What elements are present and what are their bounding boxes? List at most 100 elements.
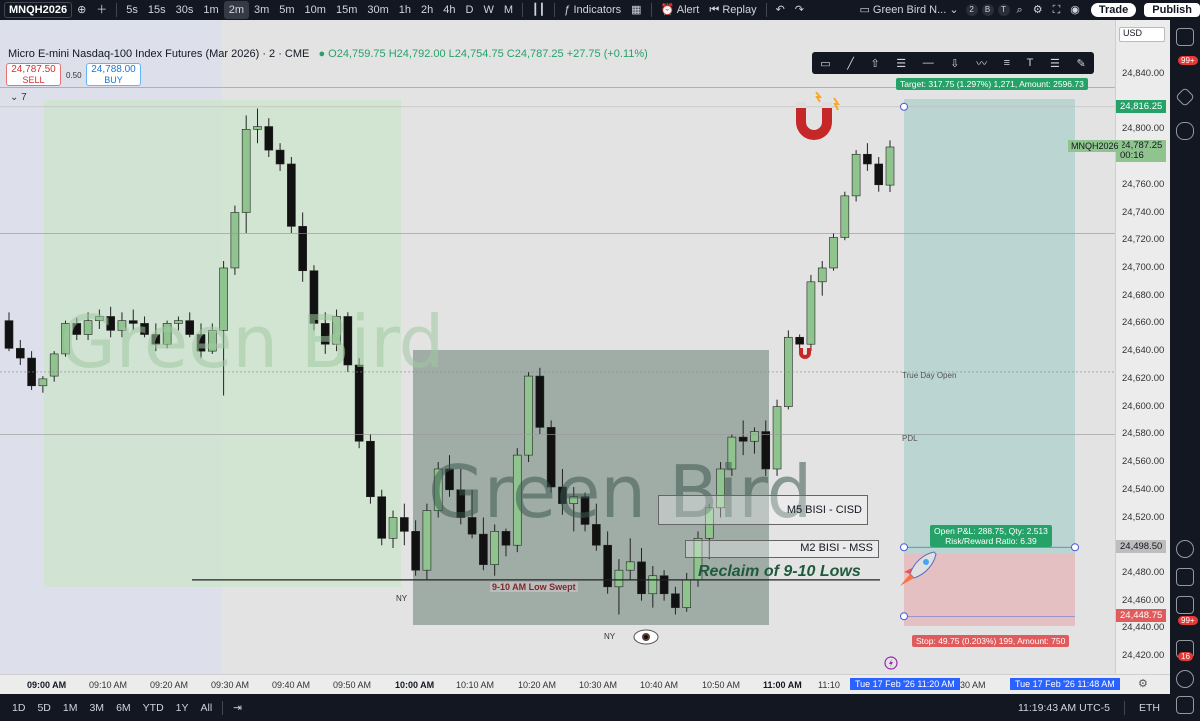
draw-fib-icon[interactable]: ≡ (1004, 57, 1010, 69)
draw-hline-icon[interactable]: — (923, 57, 934, 69)
redo-icon[interactable]: ↷ (790, 1, 809, 19)
indicator-collapse[interactable]: ⌄ 7 (10, 92, 27, 103)
replay-button[interactable]: ⏮ Replay (704, 1, 761, 19)
interval-3m[interactable]: 3m (249, 1, 274, 19)
time-tick-label: 09:20 AM (150, 680, 189, 690)
interval-2h[interactable]: 2h (416, 1, 438, 19)
candle-down (4, 320, 14, 349)
price-tick-label: 24,600.00 (1122, 400, 1165, 412)
interval-30s[interactable]: 30s (171, 1, 199, 19)
event-flash-icon[interactable] (884, 656, 898, 670)
interval-30m[interactable]: 30m (362, 1, 393, 19)
layout-menu[interactable]: ▭ Green Bird N... ⌄ (854, 1, 963, 19)
chat-icon[interactable] (1176, 122, 1194, 140)
fullscreen-icon[interactable]: ⛶ (1048, 1, 1066, 19)
m2-bisi-box[interactable]: M2 BISI - MSS (685, 540, 879, 558)
draw-line-icon[interactable]: ╱ (847, 57, 854, 70)
reclaim-label: Reclaim of 9-10 Lows (698, 563, 861, 580)
publish-button[interactable]: Publish (1144, 3, 1200, 17)
interval-15s[interactable]: 15s (143, 1, 171, 19)
long-target-zone[interactable] (904, 99, 1075, 554)
axis-settings-icon[interactable]: ⚙ (1138, 677, 1148, 690)
interval-m[interactable]: M (499, 1, 518, 19)
draw-arrow-down-icon[interactable]: ⇩ (950, 57, 959, 70)
interval-1h[interactable]: 1h (394, 1, 416, 19)
draw-rectangle-icon[interactable]: ▭ (820, 57, 830, 70)
target-icon[interactable] (1176, 540, 1194, 558)
help-icon[interactable] (1176, 670, 1194, 688)
chart-type-icon[interactable]: ┃┃ (527, 1, 550, 19)
interval-4h[interactable]: 4h (438, 1, 460, 19)
range-6m[interactable]: 6M (110, 702, 137, 714)
draw-arrow-up-icon[interactable]: ⇧ (870, 57, 879, 70)
trade-button[interactable]: Trade (1090, 3, 1137, 17)
range-5d[interactable]: 5D (31, 702, 56, 714)
settings-icon[interactable]: ⚙ (1028, 1, 1048, 19)
range-3m[interactable]: 3M (83, 702, 110, 714)
range-1m[interactable]: 1M (57, 702, 84, 714)
sell-price: 24,787.50 (11, 64, 56, 75)
interval-1m[interactable]: 1m (198, 1, 223, 19)
indicators-button[interactable]: ƒ Indicators (559, 1, 626, 19)
alert-label: Alert (676, 4, 700, 16)
watchlist-icon[interactable] (1176, 28, 1194, 46)
draw-path-icon[interactable]: 〰 (976, 55, 987, 71)
clock[interactable]: 11:19:43 AM UTC-5 (1018, 702, 1110, 714)
range-ytd[interactable]: YTD (137, 702, 170, 714)
more-icon[interactable] (1176, 696, 1194, 714)
draw-multi-icon[interactable]: ☰ (896, 57, 906, 70)
magnet-small-icon (799, 348, 811, 359)
right-sidebar: 99+ 99+ 16 (1170, 20, 1200, 721)
date-range-icon[interactable]: ⇥ (227, 702, 248, 714)
session-toggle[interactable]: ETH (1139, 702, 1160, 714)
interval-15m[interactable]: 15m (331, 1, 362, 19)
price-axis[interactable]: USD 24,840.00 24,800.00 24,760.00 24,740.00… (1115, 20, 1170, 694)
range-all[interactable]: All (195, 702, 219, 714)
indicators-label: Indicators (573, 4, 622, 16)
buy-button[interactable]: 24,788.00 BUY (86, 63, 141, 86)
candle-up (885, 146, 895, 186)
draw-text-icon[interactable]: T (1027, 57, 1034, 69)
layout-badge-3[interactable]: T (997, 4, 1010, 16)
quick-search-icon[interactable]: ⌕ (1012, 1, 1028, 19)
alert-button[interactable]: ⏰ Alert (656, 1, 705, 19)
interval-10m[interactable]: 10m (300, 1, 331, 19)
currency-select[interactable]: USD (1119, 27, 1165, 42)
price-tick-label: 24,620.00 (1122, 372, 1165, 384)
candle-down (738, 436, 748, 442)
bottom-toolbar: 1D 5D 1M 3M 6M YTD 1Y All ⇥ 11:19:43 AM UTC-5 E… (0, 694, 1170, 721)
sell-button[interactable]: 24,787.50 SELL (6, 63, 61, 86)
position-handle[interactable] (900, 102, 908, 111)
interval-5s[interactable]: 5s (121, 1, 143, 19)
chart-pane[interactable]: Green Bird Green Bird Micro E-mini Nasda… (0, 20, 1115, 694)
interval-5m[interactable]: 5m (274, 1, 299, 19)
separator (222, 700, 224, 715)
candle-up (829, 237, 838, 269)
draw-lines-icon[interactable]: ☰ (1050, 57, 1060, 70)
add-symbol-icon[interactable]: ＋ (91, 1, 112, 19)
position-handle[interactable] (1071, 543, 1079, 552)
calendar-icon[interactable] (1176, 596, 1194, 614)
time-tick-label: 09:50 AM (333, 680, 372, 690)
interval-2m[interactable]: 2m (223, 1, 249, 19)
interval-d[interactable]: D (461, 1, 479, 19)
m5-bisi-box[interactable]: M5 BISI - CISD (658, 495, 868, 525)
draw-brush-icon[interactable]: ✎ (1076, 57, 1085, 70)
templates-icon[interactable]: ▦ (626, 1, 646, 19)
pulse-icon[interactable] (1176, 568, 1194, 586)
layers-icon[interactable] (1175, 87, 1195, 107)
undo-icon[interactable]: ↶ (771, 1, 790, 19)
symbol-search[interactable]: MNQH2026 (4, 2, 73, 18)
camera-icon[interactable]: ◉ (1065, 1, 1085, 19)
candle-up (682, 579, 691, 608)
range-1y[interactable]: 1Y (170, 702, 195, 714)
position-handle[interactable] (900, 612, 908, 621)
layout-badge-1[interactable]: 2 (965, 4, 978, 16)
time-axis[interactable]: Tue 17 Feb '26 11:20 AM 30 AM Tue 17 Feb… (0, 674, 1170, 694)
interval-list: 5s 15s 30s 1m 2m 3m 5m 10m 15m 30m 1h 2h 4h D W M (121, 1, 518, 19)
separator (765, 3, 767, 17)
compare-icon[interactable]: ⊕ (72, 1, 91, 19)
layout-badge-2[interactable]: B (981, 4, 994, 16)
interval-w[interactable]: W (478, 1, 498, 19)
range-1d[interactable]: 1D (6, 702, 31, 714)
